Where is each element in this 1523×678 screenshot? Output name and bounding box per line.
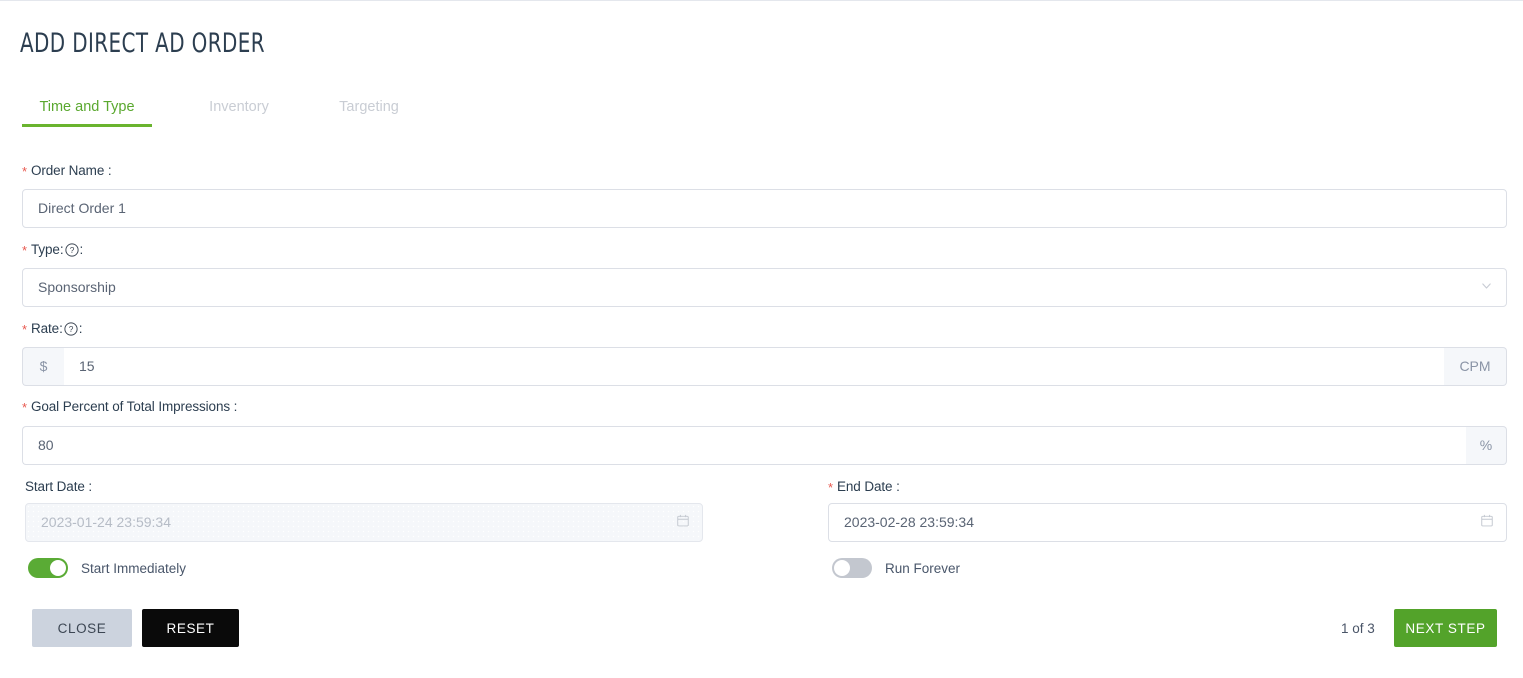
calendar-icon — [1480, 504, 1494, 541]
tab-label: Time and Type — [39, 99, 135, 115]
start-date-label: Start Date : — [25, 479, 92, 494]
goal-percent-input[interactable]: 80 — [22, 426, 1466, 465]
end-date-label: * End Date : — [828, 479, 900, 495]
rate-input[interactable]: 15 — [64, 347, 1444, 386]
type-label-text: Type: — [30, 242, 64, 257]
type-select-value: Sponsorship — [38, 279, 116, 295]
type-select[interactable]: Sponsorship — [22, 268, 1507, 307]
type-label-suffix: : — [79, 242, 84, 257]
rate-label: * Rate: ? : — [22, 321, 82, 339]
order-name-label: * Order Name : — [22, 163, 112, 179]
svg-text:?: ? — [68, 324, 73, 334]
rate-currency-addon: $ — [22, 347, 64, 386]
run-forever-label: Run Forever — [885, 560, 961, 576]
toggle-knob — [50, 560, 66, 576]
tab-label: Targeting — [339, 99, 399, 115]
step-counter: 1 of 3 — [1341, 621, 1375, 636]
required-asterisk: * — [22, 322, 27, 337]
required-asterisk: * — [828, 480, 833, 495]
run-forever-toggle[interactable] — [832, 558, 872, 578]
required-asterisk: * — [22, 164, 27, 179]
help-circle-icon[interactable]: ? — [64, 243, 79, 260]
toggle-knob — [834, 560, 850, 576]
order-name-input[interactable]: Direct Order 1 — [22, 189, 1507, 228]
rate-label-suffix: : — [78, 321, 83, 336]
required-asterisk: * — [22, 400, 27, 415]
start-immediately-row: Start Immediately — [28, 558, 186, 578]
chevron-down-icon — [1480, 269, 1493, 306]
start-date-input[interactable]: 2023-01-24 23:59:34 — [25, 503, 703, 542]
start-date-value: 2023-01-24 23:59:34 — [41, 514, 171, 530]
run-forever-row: Run Forever — [832, 558, 960, 578]
next-step-button[interactable]: NEXT STEP — [1394, 609, 1497, 647]
tab-targeting[interactable]: Targeting — [304, 99, 434, 127]
reset-button[interactable]: RESET — [142, 609, 239, 647]
tab-bar: Time and Type Inventory Targeting — [22, 99, 434, 135]
type-label: * Type: ? : — [22, 242, 83, 260]
page-title: ADD DIRECT AD ORDER — [20, 28, 266, 59]
help-circle-icon[interactable]: ? — [64, 322, 78, 339]
goal-percent-label: * Goal Percent of Total Impressions : — [22, 399, 238, 415]
start-immediately-toggle[interactable] — [28, 558, 68, 578]
rate-cpm-addon: CPM — [1444, 347, 1507, 386]
tab-label: Inventory — [209, 99, 269, 115]
order-name-label-text: Order Name : — [30, 163, 112, 178]
goal-percent-unit-addon: % — [1466, 426, 1507, 465]
svg-text:?: ? — [69, 245, 74, 255]
add-direct-ad-order-page: ADD DIRECT AD ORDER Time and Type Invent… — [0, 0, 1523, 678]
start-date-label-text: Start Date : — [25, 479, 93, 494]
close-button[interactable]: CLOSE — [32, 609, 132, 647]
end-date-value: 2023-02-28 23:59:34 — [844, 514, 974, 530]
tab-inventory[interactable]: Inventory — [174, 99, 304, 127]
end-date-label-text: End Date : — [836, 479, 900, 494]
required-asterisk: * — [22, 243, 27, 258]
tab-time-and-type[interactable]: Time and Type — [22, 99, 152, 127]
rate-label-text: Rate: — [30, 321, 63, 336]
goal-percent-label-text: Goal Percent of Total Impressions : — [30, 399, 238, 414]
calendar-icon — [676, 504, 690, 541]
end-date-input[interactable]: 2023-02-28 23:59:34 — [828, 503, 1507, 542]
start-immediately-label: Start Immediately — [81, 560, 187, 576]
